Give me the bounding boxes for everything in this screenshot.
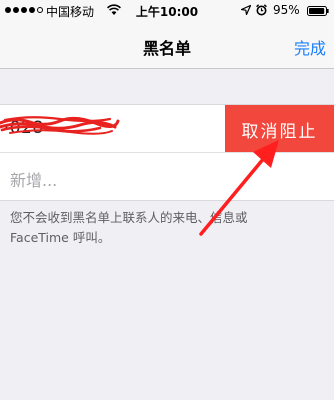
- status-bar: 中国移动 上午10:00 95%: [0, 0, 334, 22]
- redaction-scribble: [0, 116, 120, 135]
- navigation-bar: 黑名单 完成: [0, 22, 334, 69]
- annotation-arrow-icon: [199, 140, 279, 236]
- battery-percent: 95%: [273, 3, 300, 17]
- alarm-icon: [256, 4, 267, 16]
- done-button[interactable]: 完成: [294, 35, 326, 59]
- battery-icon: [307, 6, 329, 16]
- add-new-label: 新增...: [10, 171, 58, 190]
- location-arrow-icon: [241, 5, 251, 15]
- page-title: 黑名单: [142, 39, 191, 58]
